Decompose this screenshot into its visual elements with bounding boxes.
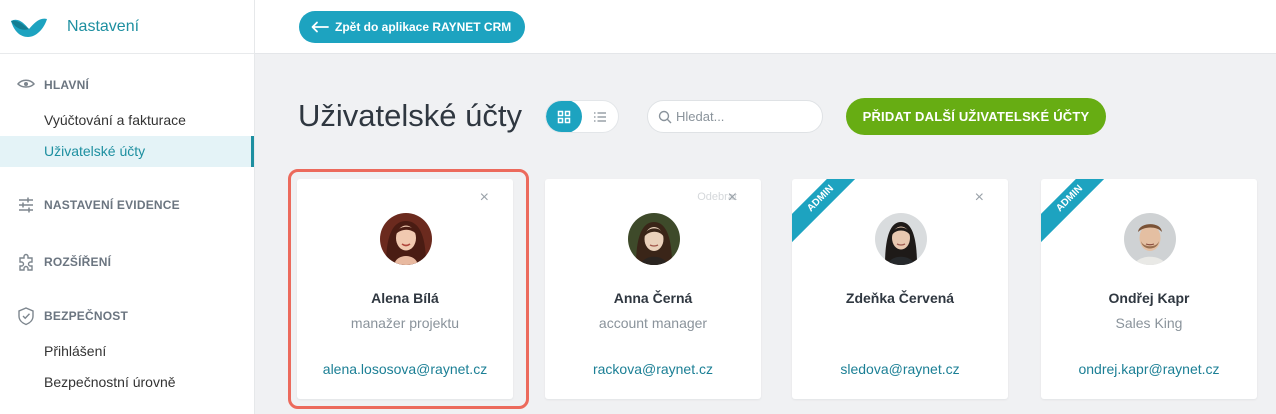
user-name: Ondřej Kapr <box>1108 290 1190 306</box>
search-box[interactable] <box>647 100 823 133</box>
back-to-app-button[interactable]: Zpět do aplikace RAYNET CRM <box>299 11 526 43</box>
close-icon[interactable]: × <box>728 189 737 207</box>
topbar: Zpět do aplikace RAYNET CRM <box>255 0 1276 54</box>
arrow-left-icon <box>311 21 329 33</box>
section-rozsireni[interactable]: ROZŠÍŘENÍ <box>0 251 254 273</box>
user-card[interactable]: Odebrat × Anna Černá account manager rac… <box>545 179 761 399</box>
eye-icon <box>16 79 36 88</box>
add-user-accounts-button[interactable]: PŘIDAT DALŠÍ UŽIVATELSKÉ ÚČTY <box>846 98 1106 135</box>
list-icon <box>594 111 606 122</box>
list-view-button[interactable] <box>582 101 618 132</box>
search-icon <box>658 110 672 123</box>
section-label: BEZPEČNOST <box>44 309 129 323</box>
admin-badge: ADMIN <box>792 179 867 245</box>
sidebar-item-user-accounts[interactable]: Uživatelské účty <box>0 136 254 167</box>
search-input[interactable] <box>676 109 806 124</box>
page-title: Uživatelské účty <box>298 98 522 133</box>
sliders-icon <box>19 197 33 213</box>
brand[interactable]: Nastavení <box>0 0 254 54</box>
close-icon[interactable]: × <box>975 189 984 207</box>
section-bezpecnost: BEZPEČNOST <box>0 305 254 327</box>
view-toggle <box>545 100 619 133</box>
shield-icon <box>18 307 34 326</box>
puzzle-icon <box>19 253 33 271</box>
sidebar-item-billing[interactable]: Vyúčtování a fakturace <box>0 105 254 136</box>
section-nastaveni-evidence[interactable]: NASTAVENÍ EVIDENCE <box>0 194 254 216</box>
section-label: ROZŠÍŘENÍ <box>44 255 112 269</box>
section-label: NASTAVENÍ EVIDENCE <box>44 198 180 212</box>
section-hlavni: HLAVNÍ <box>0 74 254 96</box>
app-title: Nastavení <box>67 17 140 35</box>
admin-badge: ADMIN <box>1041 179 1116 245</box>
user-role: account manager <box>598 315 708 331</box>
user-email-link[interactable]: rackova@raynet.cz <box>545 361 761 377</box>
back-label: Zpět do aplikace RAYNET CRM <box>335 20 512 34</box>
raynet-logo <box>11 18 47 37</box>
user-card[interactable]: ADMIN × Zdeňka Červená sledova@raynet.cz <box>792 179 1008 399</box>
sidebar: Nastavení HLAVNÍ Vyúčtování a fakturace … <box>0 0 255 414</box>
avatar <box>875 213 927 265</box>
user-role: Sales King <box>1115 315 1183 331</box>
user-email-link[interactable]: sledova@raynet.cz <box>792 361 1008 377</box>
grid-view-button[interactable] <box>546 101 582 132</box>
user-card[interactable]: ADMIN Ondřej Kapr Sales King ondrej.kapr… <box>1041 179 1257 399</box>
selection-highlight <box>288 169 529 409</box>
user-name: Zdeňka Červená <box>845 290 955 306</box>
sidebar-item-security-levels[interactable]: Bezpečnostní úrovně <box>0 367 254 398</box>
avatar <box>1124 213 1176 265</box>
grid-icon <box>557 110 571 123</box>
section-label: HLAVNÍ <box>44 78 89 92</box>
user-name: Anna Černá <box>613 290 693 306</box>
sidebar-item-login[interactable]: Přihlášení <box>0 336 254 367</box>
avatar <box>628 213 680 265</box>
user-email-link[interactable]: ondrej.kapr@raynet.cz <box>1041 361 1257 377</box>
